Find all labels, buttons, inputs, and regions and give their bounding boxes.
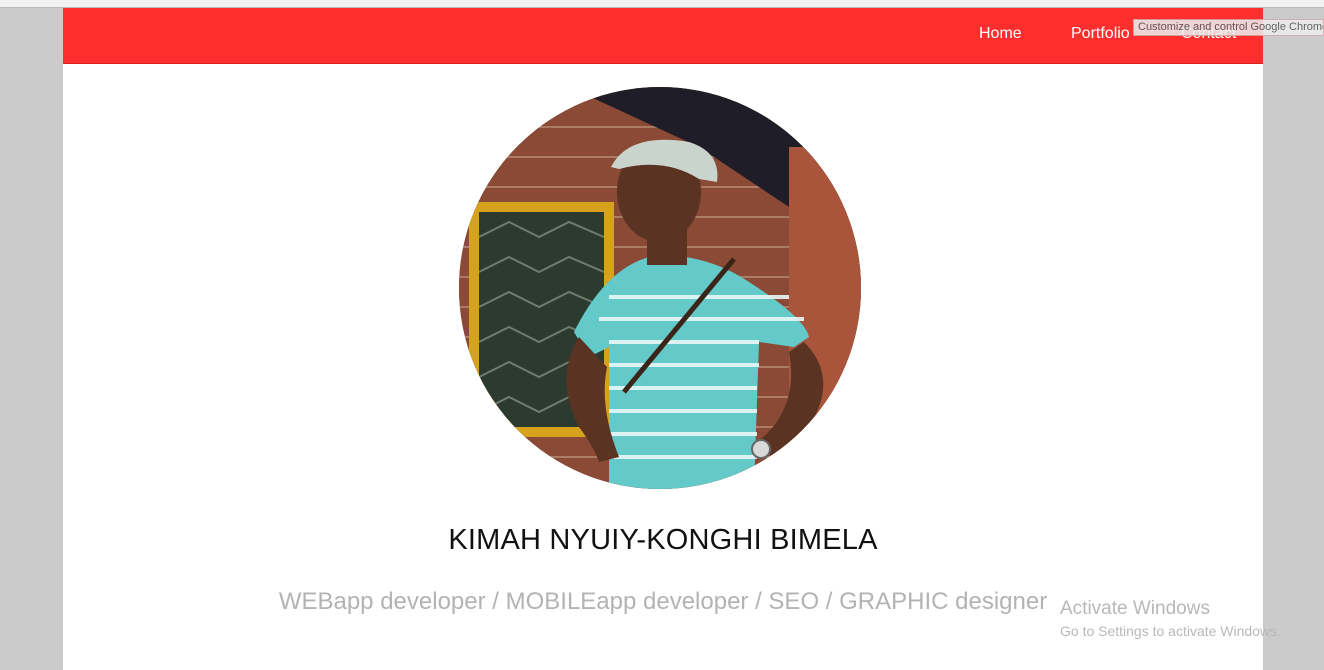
profile-photo: [459, 87, 861, 489]
nav-portfolio-link[interactable]: Portfolio: [1071, 25, 1130, 43]
browser-chrome-strip: [0, 0, 1324, 8]
nav-home-link[interactable]: Home: [979, 25, 1022, 43]
windows-activation-watermark: Activate Windows Go to Settings to activ…: [1060, 598, 1281, 639]
page-container: Home Portfolio Contact: [63, 8, 1263, 670]
browser-menu-tooltip: Customize and control Google Chrome: [1133, 19, 1324, 36]
watermark-subtitle: Go to Settings to activate Windows.: [1060, 623, 1281, 639]
profile-photo-illustration: [459, 87, 861, 489]
navbar: Home Portfolio Contact: [63, 8, 1263, 64]
watermark-title: Activate Windows: [1060, 598, 1210, 619]
profile-name: KIMAH NYUIY-KONGHI BIMELA: [448, 524, 878, 556]
